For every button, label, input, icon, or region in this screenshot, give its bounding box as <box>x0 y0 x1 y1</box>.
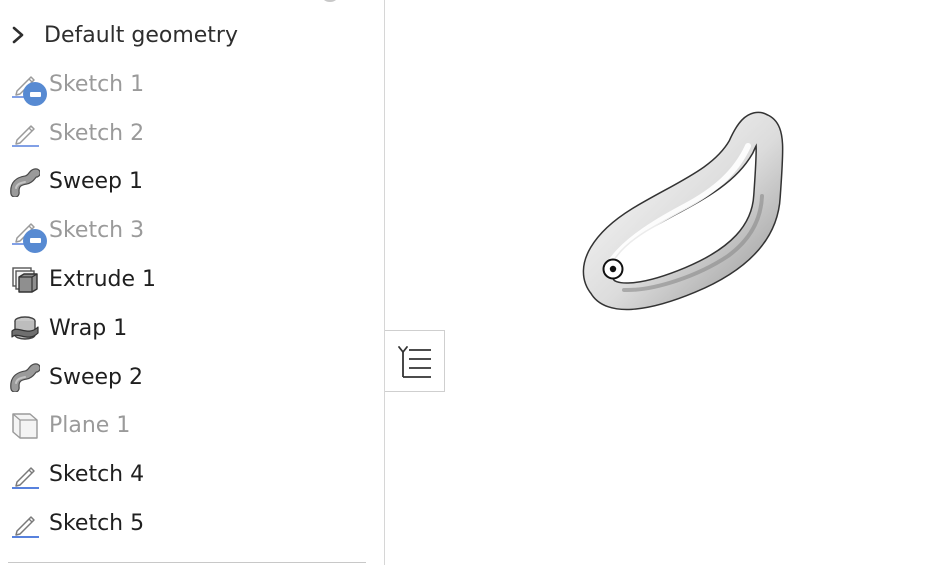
feature-label: Sweep 2 <box>49 364 143 390</box>
feature-item[interactable]: Sweep 1 <box>0 158 384 207</box>
feature-list: Sketch 1 Sketch 2 Sweep 1 Sketch 3 Extrude 1… <box>0 60 384 548</box>
chevron-right-icon[interactable] <box>8 25 28 45</box>
feature-label: Sketch 5 <box>49 511 145 537</box>
feature-item[interactable]: Sketch 5 <box>0 499 384 548</box>
sketch-icon <box>10 118 40 148</box>
feature-item[interactable]: Plane 1 <box>0 402 384 451</box>
feature-item[interactable]: Wrap 1 <box>0 304 384 353</box>
part-studio: Default geometry Sketch 1 Sketch 2 Sweep 1… <box>0 0 925 565</box>
feature-label: Sketch 1 <box>49 71 145 97</box>
sketch-icon <box>10 216 47 253</box>
suppressed-badge-icon <box>23 82 47 107</box>
graphics-viewport[interactable] <box>386 0 925 565</box>
extrude-icon <box>10 265 40 295</box>
feature-label: Sketch 2 <box>49 120 145 146</box>
default-geometry-node[interactable]: Default geometry <box>8 16 238 54</box>
feature-item[interactable]: Sweep 2 <box>0 353 384 402</box>
feature-item[interactable]: Sketch 3 <box>0 206 384 255</box>
plane-icon <box>10 411 40 441</box>
feature-label: Wrap 1 <box>49 315 128 341</box>
sweep-icon <box>10 167 40 197</box>
sketch-icon <box>10 460 40 490</box>
feature-item[interactable]: Extrude 1 <box>0 255 384 304</box>
suppressed-badge-icon <box>23 228 47 253</box>
feature-item[interactable]: Sketch 1 <box>0 60 384 109</box>
feature-label: Plane 1 <box>49 413 131 439</box>
sketch-icon <box>10 69 47 107</box>
sweep-icon <box>10 362 40 393</box>
scroll-indicator <box>322 0 338 2</box>
feature-label: Sweep 1 <box>49 169 143 195</box>
feature-list-panel: Default geometry Sketch 1 Sketch 2 Sweep 1… <box>0 0 385 565</box>
feature-item[interactable]: Sketch 4 <box>0 450 384 499</box>
wrap-icon <box>10 313 40 343</box>
feature-label: Sketch 4 <box>49 462 145 488</box>
origin-icon <box>602 258 624 280</box>
panel-divider <box>8 562 366 563</box>
sketch-icon <box>10 509 40 539</box>
feature-item[interactable]: Sketch 2 <box>0 109 384 158</box>
feature-label: Extrude 1 <box>49 267 157 293</box>
default-geometry-label: Default geometry <box>44 22 238 48</box>
feature-label: Sketch 3 <box>49 218 145 244</box>
